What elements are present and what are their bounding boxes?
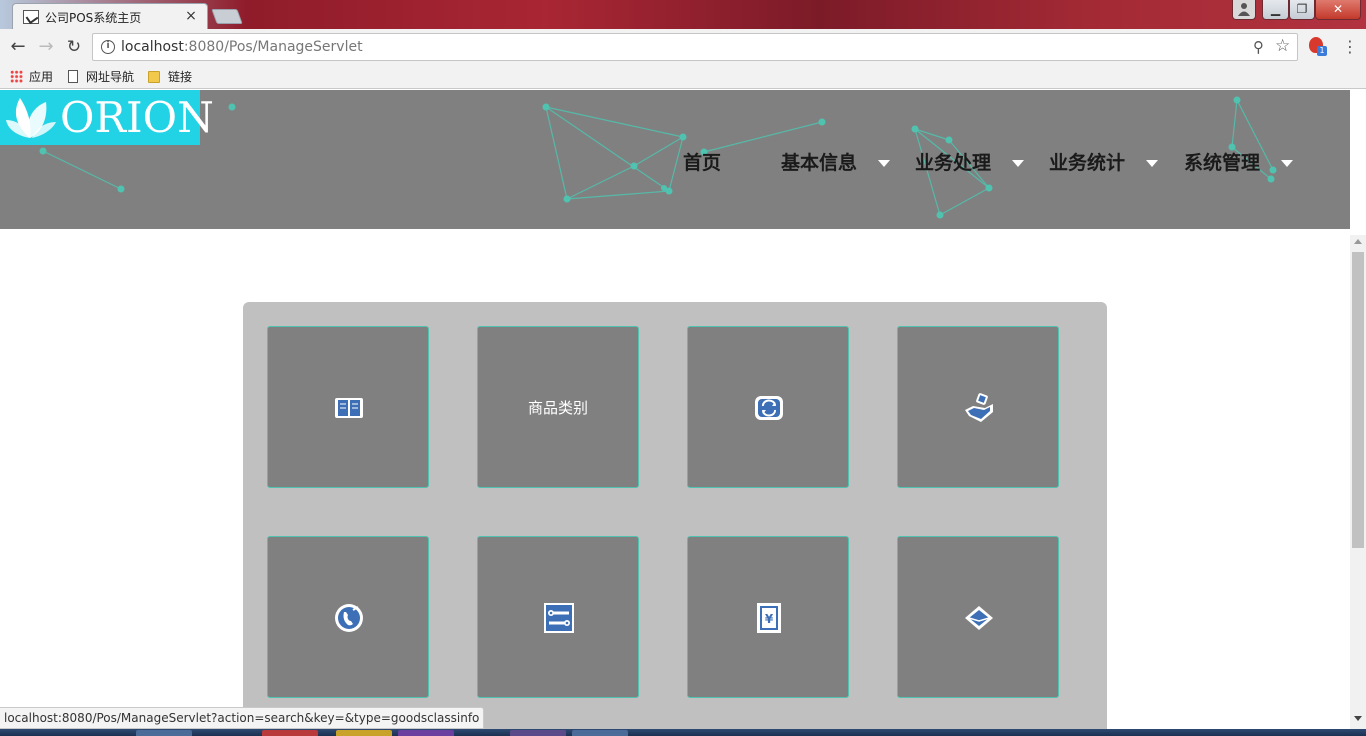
url-text[interactable]: localhost:8080/Pos/ManageServlet <box>121 39 363 55</box>
logo[interactable]: ORION <box>0 90 214 145</box>
tile-panel: 商品类别 ¥ <box>243 302 1107 730</box>
leaf-logo-icon <box>6 98 56 138</box>
bookmarks-bar: 应用 网址导航 链接 <box>0 65 1366 89</box>
taskbar-item[interactable] <box>510 730 566 736</box>
bookmark-nav-site[interactable]: 网址导航 <box>68 68 134 86</box>
tile-mail[interactable] <box>897 536 1059 698</box>
back-arrow-icon[interactable]: ← <box>8 37 28 57</box>
zoom-icon[interactable]: ⚲ <box>1253 38 1264 56</box>
extension-icon[interactable]: 1 <box>1309 37 1327 56</box>
taskbar-item[interactable] <box>136 730 192 736</box>
site-header: ORION 首页 基本信息 业务处理 业务统计 系统管理 <box>0 90 1350 229</box>
nav-stats-label: 业务统计 <box>1049 152 1126 174</box>
tab-close-icon[interactable]: × <box>183 8 199 24</box>
tile-book[interactable] <box>267 326 429 488</box>
page-scrollbar[interactable] <box>1350 235 1366 730</box>
logo-text: ORION <box>60 93 214 142</box>
info-icon[interactable]: i <box>101 40 115 54</box>
folder-icon <box>148 71 160 83</box>
window-titlebar: 公司POS系统主页 × ▁ ❐ ✕ <box>0 0 1366 29</box>
os-taskbar <box>0 729 1366 736</box>
taskbar-item[interactable] <box>336 730 392 736</box>
tile-hand-coin[interactable] <box>897 326 1059 488</box>
nav-business[interactable]: 业务处理 <box>915 150 1024 176</box>
user-profile-icon[interactable] <box>1232 0 1256 20</box>
hand-coin-icon <box>965 393 993 422</box>
nav-stats[interactable]: 业务统计 <box>1049 150 1158 176</box>
tools-icon <box>544 603 574 633</box>
maximize-button[interactable]: ❐ <box>1289 0 1315 20</box>
tile-yen-document[interactable]: ¥ <box>687 536 849 698</box>
nav-business-label: 业务处理 <box>915 152 992 174</box>
scroll-up-arrow-icon[interactable] <box>1354 239 1362 244</box>
forward-arrow-icon[interactable]: → <box>36 37 56 57</box>
caret-down-icon <box>878 160 890 167</box>
tab-title: 公司POS系统主页 <box>45 11 142 25</box>
refresh-icon <box>755 396 783 420</box>
apps-grid-icon <box>10 70 23 83</box>
tile-tools[interactable] <box>477 536 639 698</box>
close-window-button[interactable]: ✕ <box>1315 0 1361 20</box>
nav-home[interactable]: 首页 <box>683 150 721 176</box>
minimize-button[interactable]: ▁ <box>1262 0 1289 20</box>
mail-icon <box>965 606 993 630</box>
nav-basic-info-label: 基本信息 <box>781 152 858 174</box>
tile-product-category-label: 商品类别 <box>527 399 588 417</box>
tile-refresh[interactable] <box>687 326 849 488</box>
browser-menu-icon[interactable]: ⋮ <box>1342 37 1358 56</box>
bookmark-apps[interactable]: 应用 <box>10 68 53 86</box>
scroll-thumb[interactable] <box>1352 252 1364 548</box>
tile-phone[interactable] <box>267 536 429 698</box>
tile-product-category[interactable]: 商品类别 <box>477 326 639 488</box>
taskbar-item[interactable] <box>572 730 628 736</box>
phone-icon <box>335 604 363 632</box>
caret-down-icon <box>1012 160 1024 167</box>
yen-document-icon: ¥ <box>757 603 781 633</box>
reload-icon[interactable]: ↻ <box>64 37 84 57</box>
bookmark-star-icon[interactable]: ☆ <box>1275 36 1290 56</box>
taskbar-item[interactable] <box>262 730 318 736</box>
book-icon <box>335 398 363 418</box>
page-icon <box>68 70 78 83</box>
page-viewport: ORION 首页 基本信息 业务处理 业务统计 系统管理 商品类别 ¥ <box>0 90 1350 730</box>
extension-badge: 1 <box>1317 46 1327 56</box>
nav-basic-info[interactable]: 基本信息 <box>781 150 890 176</box>
link-status-bar: localhost:8080/Pos/ManageServlet?action=… <box>0 707 485 729</box>
nav-system-label: 系统管理 <box>1184 152 1261 174</box>
address-bar[interactable]: i localhost:8080/Pos/ManageServlet ⚲ ☆ <box>92 33 1298 61</box>
caret-down-icon <box>1281 160 1293 167</box>
browser-tab[interactable]: 公司POS系统主页 × <box>12 3 208 29</box>
taskbar-item[interactable] <box>398 730 454 736</box>
bookmark-links-folder[interactable]: 链接 <box>148 68 192 86</box>
scroll-down-arrow-icon[interactable] <box>1354 716 1362 721</box>
browser-toolbar: ← → ↻ i localhost:8080/Pos/ManageServlet… <box>0 29 1366 65</box>
svg-text:¥: ¥ <box>765 612 774 626</box>
favicon-icon <box>23 10 39 24</box>
caret-down-icon <box>1146 160 1158 167</box>
nav-system[interactable]: 系统管理 <box>1184 150 1293 176</box>
new-tab-button[interactable] <box>211 9 243 24</box>
